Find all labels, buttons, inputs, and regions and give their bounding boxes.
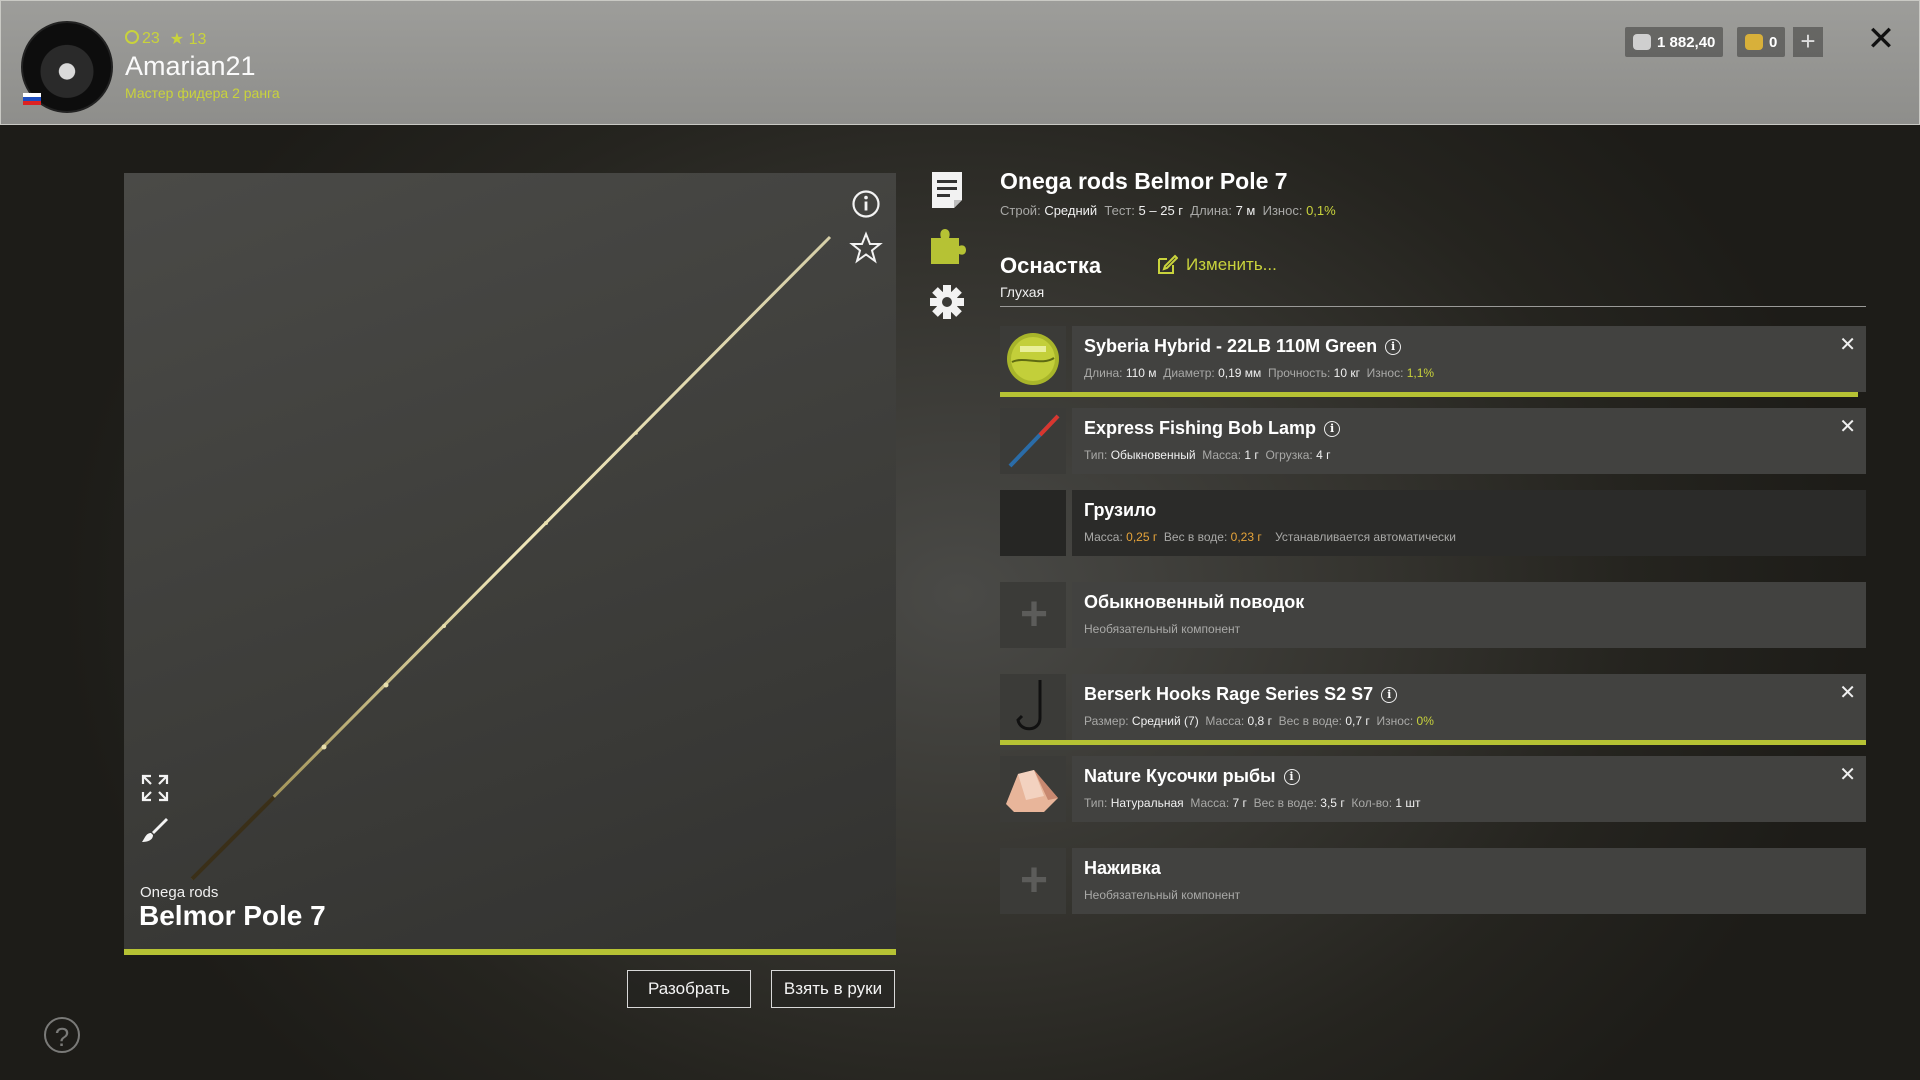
hook-accent-bar	[1000, 740, 1866, 745]
paint-brush-icon[interactable]	[140, 815, 170, 845]
rod-image	[190, 235, 832, 881]
float-thumbnail	[1000, 408, 1066, 474]
line-thumbnail	[1000, 326, 1066, 392]
component-row-hook[interactable]: Berserk Hooks Rage Series S2 S7 i Размер:…	[1000, 674, 1866, 745]
add-component-icon[interactable]: +	[1016, 857, 1052, 905]
rod-accent-bar	[124, 949, 896, 955]
rig-type: Глухая	[1000, 284, 1045, 300]
rod-preview-panel	[124, 173, 896, 949]
player-rank: Мастер фидера 2 ранга	[125, 85, 280, 101]
add-currency-button[interactable]: +	[1793, 27, 1823, 57]
fish-pieces-icon	[1006, 770, 1058, 812]
bait-thumbnail	[1000, 756, 1066, 822]
star-icon: ★	[169, 31, 185, 48]
settings-gear-icon[interactable]	[928, 282, 966, 322]
favorite-star-icon[interactable]	[849, 231, 883, 265]
player-stats: 23 ★ 13	[125, 29, 206, 49]
stars-stat: ★ 13	[169, 31, 207, 48]
float-bobber-icon	[1008, 414, 1060, 468]
add-component-icon[interactable]: +	[1016, 591, 1052, 639]
take-in-hands-button[interactable]: Взять в руки	[771, 970, 895, 1008]
component-row-bait[interactable]: Nature Кусочки рыбы i Тип: Натуральная Ма…	[1000, 756, 1866, 822]
gold-balance: 0	[1737, 27, 1786, 57]
component-row-line[interactable]: Syberia Hybrid - 22LB 110M Green i Длина:…	[1000, 326, 1866, 397]
hook-thumbnail	[1000, 674, 1066, 740]
item-title: Onega rods Belmor Pole 7	[1000, 168, 1288, 194]
edit-rig-button[interactable]: Изменить...	[1156, 254, 1277, 276]
level-stat: 23	[125, 30, 160, 48]
remove-component-icon[interactable]: ✕	[1839, 762, 1856, 787]
fullscreen-expand-icon[interactable]	[140, 773, 170, 803]
info-icon[interactable]	[851, 189, 881, 219]
remove-component-icon[interactable]: ✕	[1839, 680, 1856, 705]
sinker-thumbnail	[1000, 490, 1066, 556]
info-icon[interactable]: i	[1385, 338, 1402, 355]
username: Amarian21	[125, 51, 256, 81]
component-row-leader[interactable]: + Обыкновенный поводок Необязательный ко…	[1000, 582, 1866, 648]
remove-component-icon[interactable]: ✕	[1839, 332, 1856, 357]
info-icon[interactable]: i	[1381, 686, 1398, 703]
rig-heading: Оснастка	[1000, 253, 1102, 278]
rod-brand: Onega rods	[140, 884, 219, 901]
close-icon[interactable]: ✕	[1863, 21, 1899, 57]
edit-icon	[1158, 254, 1178, 274]
info-icon[interactable]: i	[1324, 420, 1341, 437]
rod-name: Belmor Pole 7	[139, 900, 326, 931]
disassemble-button[interactable]: Разобрать	[627, 970, 751, 1008]
document-tab-icon[interactable]	[928, 170, 966, 210]
silver-balance: 1 882,40	[1625, 27, 1724, 57]
puzzle-tab-icon[interactable]	[928, 226, 966, 266]
silver-coin-icon	[1633, 34, 1651, 50]
line-accent-bar	[1000, 392, 1858, 397]
section-divider	[1000, 306, 1866, 307]
item-specs: Строй: Средний Тест: 5 – 25 г Длина: 7 м…	[1000, 203, 1336, 218]
component-row-float[interactable]: Express Fishing Bob Lamp i Тип: Обыкновен…	[1000, 408, 1866, 474]
profile-header: 23 ★ 13 Amarian21 Мастер фидера 2 ранга …	[0, 0, 1920, 125]
component-row-live-bait[interactable]: + Наживка Необязательный компонент	[1000, 848, 1866, 914]
component-row-sinker[interactable]: Грузило Масса: 0,25 г Вес в воде: 0,23 г…	[1000, 490, 1866, 556]
remove-component-icon[interactable]: ✕	[1839, 414, 1856, 439]
help-icon[interactable]: ?	[44, 1017, 80, 1053]
fishing-line-spool-icon	[1007, 333, 1059, 385]
country-flag-icon	[23, 93, 41, 105]
info-icon[interactable]: i	[1283, 768, 1300, 785]
gold-coin-icon	[1745, 34, 1763, 50]
level-icon	[125, 30, 139, 44]
fishing-hook-icon	[1016, 680, 1042, 731]
